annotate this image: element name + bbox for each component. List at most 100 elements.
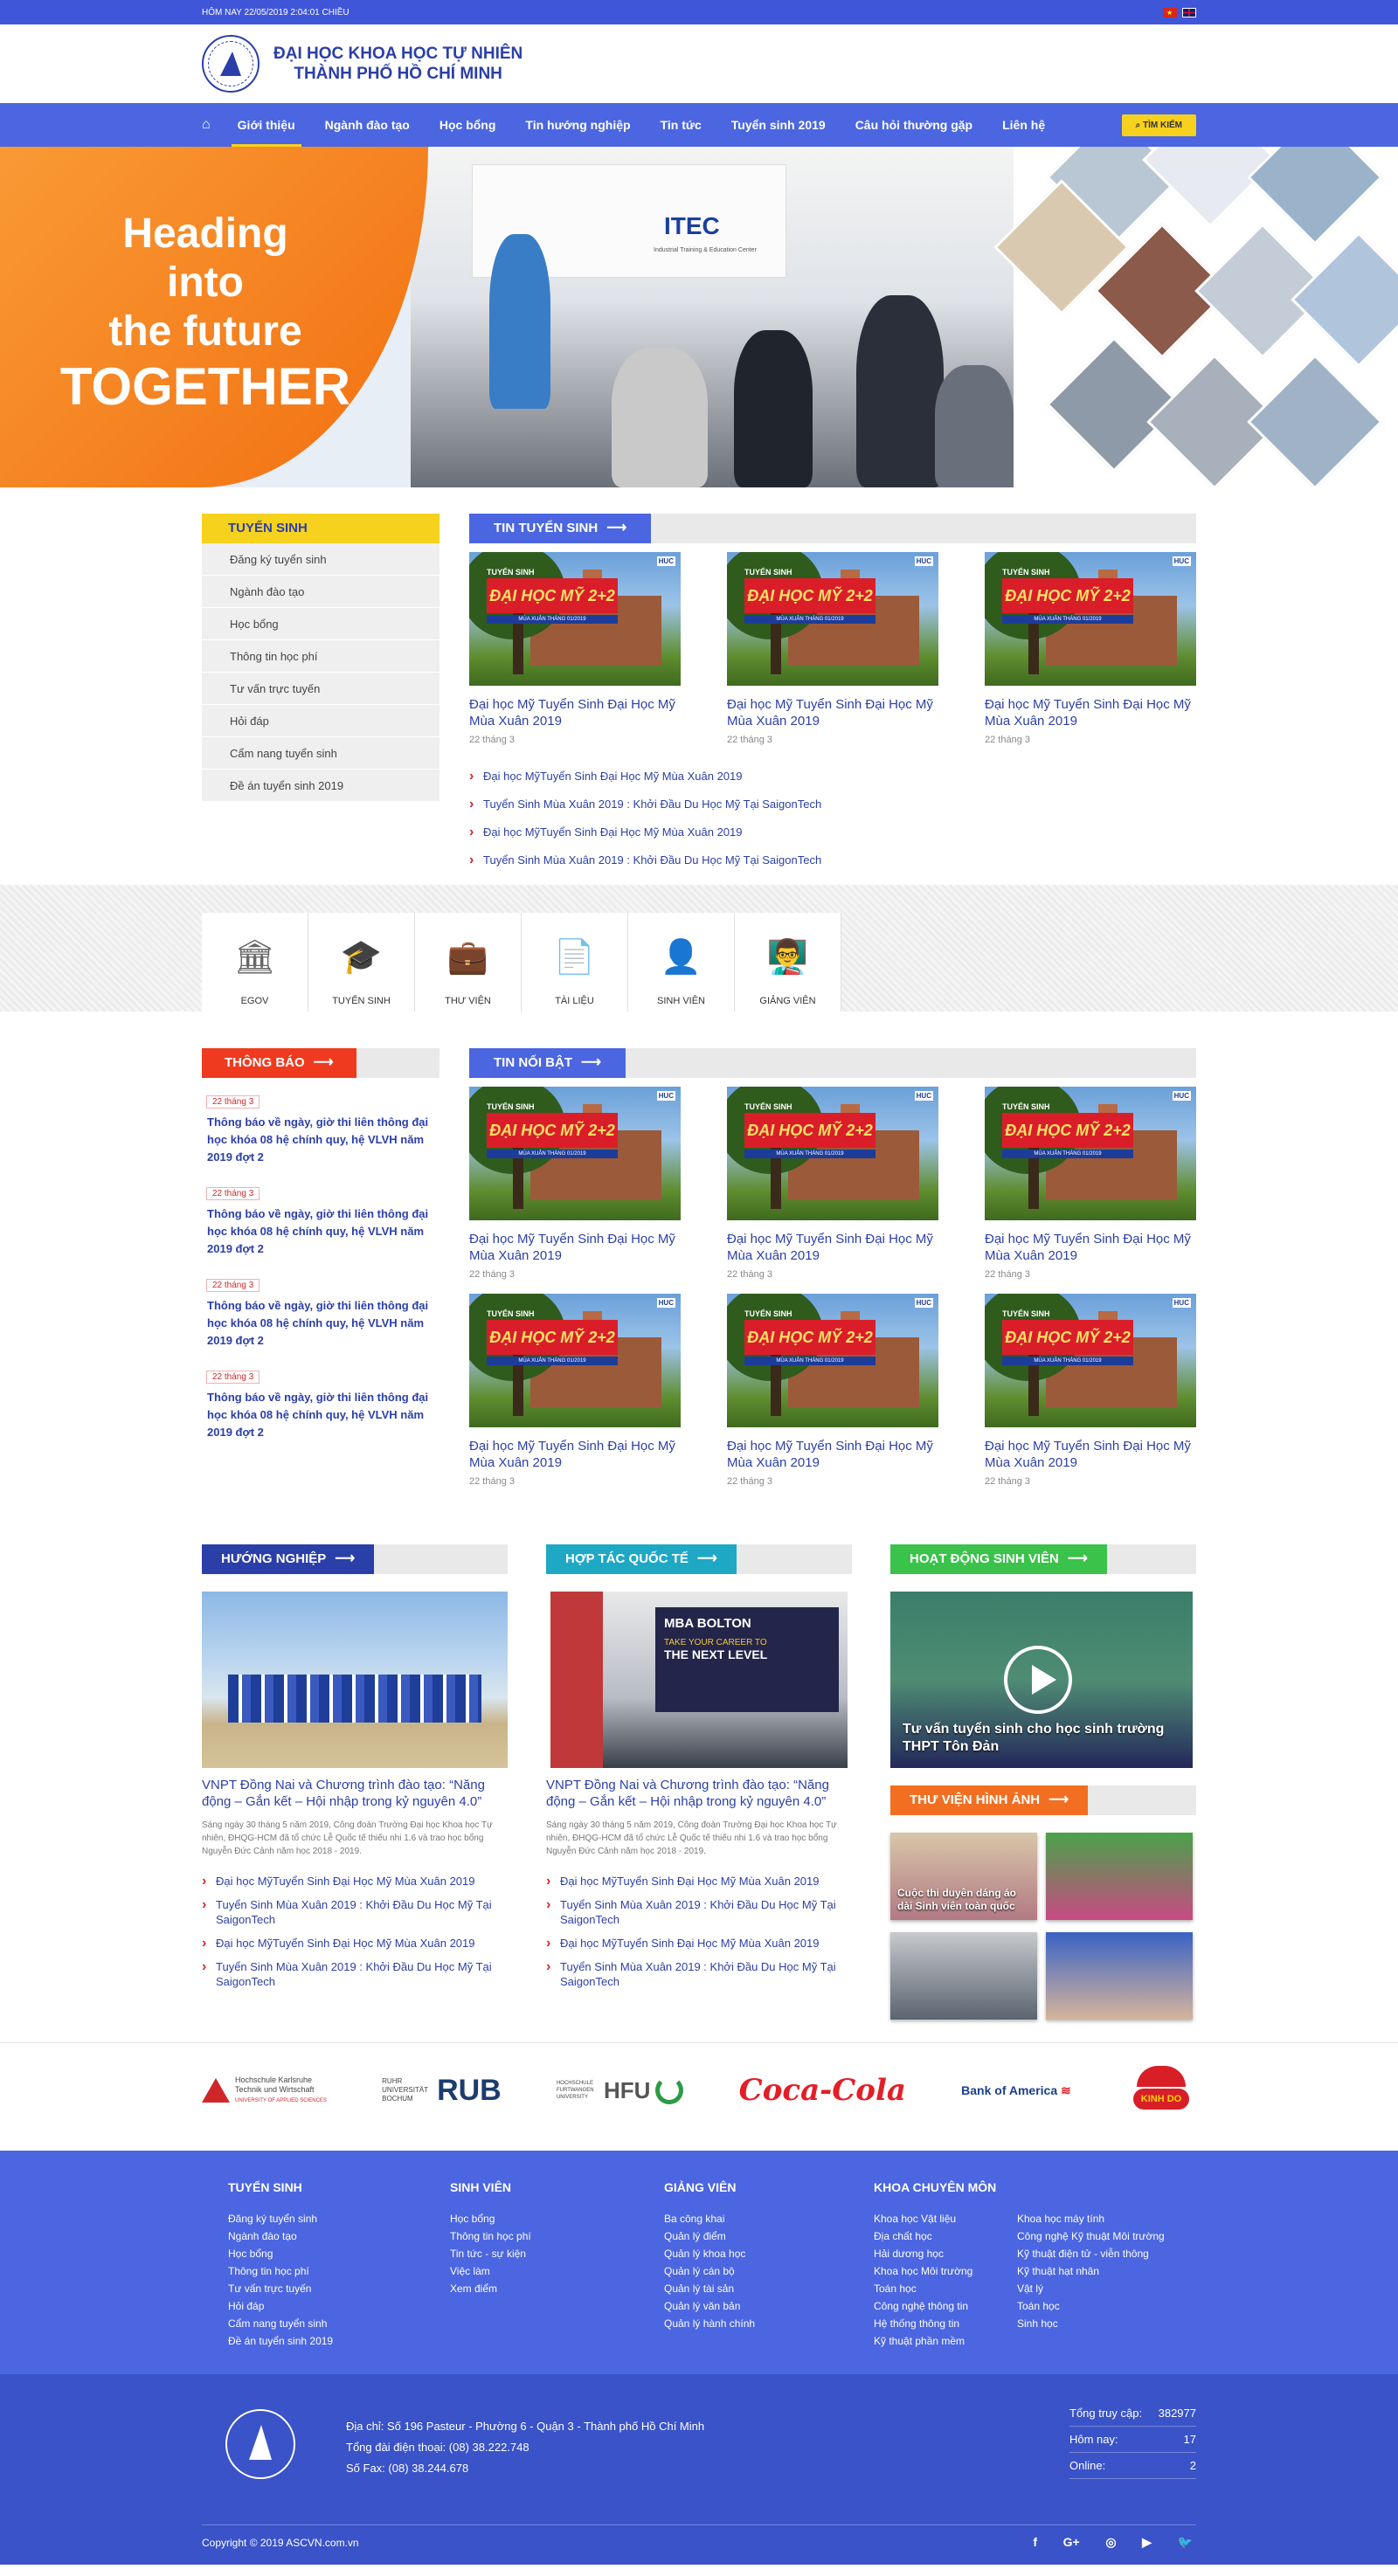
news-card[interactable]: TUYỂN SINH ĐẠI HỌC MỸ 2+2 MÙA XUÂN THÁNG 0… (727, 552, 938, 745)
featured-card[interactable]: TUYỂN SINH ĐẠI HỌC MỸ 2+2 MÙA XUÂN THÁNG 0… (469, 1294, 681, 1487)
career-link[interactable]: Tuyển Sinh Mùa Xuân 2019 : Khởi Đầu Du H… (202, 1897, 508, 1927)
nav-tuyen-sinh-2019[interactable]: Tuyển sinh 2019 (716, 103, 841, 147)
admissions-news-title[interactable]: TIN TUYỂN SINH (469, 514, 652, 543)
sidebar-item[interactable]: Cẩm nang tuyển sinh (202, 737, 439, 770)
gallery-title[interactable]: THƯ VIỆN HÌNH ẢNH (890, 1785, 1089, 1815)
news-title[interactable]: Đại học Mỹ Tuyển Sinh Đại Học Mỹ Mùa Xuâ… (985, 1438, 1196, 1471)
footer-link[interactable]: Khoa học máy tính (1017, 2210, 1171, 2227)
footer-link[interactable]: Kỹ thuật hạt nhân (1017, 2262, 1171, 2280)
sidebar-item[interactable]: Học bổng (202, 608, 439, 640)
news-thumbnail[interactable]: TUYỂN SINH ĐẠI HỌC MỸ 2+2 MÙA XUÂN THÁNG 0… (985, 1087, 1196, 1220)
international-link[interactable]: Tuyển Sinh Mùa Xuân 2019 : Khởi Đầu Du H… (546, 1897, 852, 1927)
nav-nganh-dao-tao[interactable]: Ngành đào tạo (310, 103, 425, 147)
footer-link[interactable]: Thông tin học phí (228, 2262, 450, 2280)
quicklink-giang-vien[interactable]: 👨‍🏫 GIẢNG VIÊN (735, 913, 841, 1012)
footer-link[interactable]: Đề án tuyển sinh 2019 (228, 2332, 450, 2350)
footer-link[interactable]: Quản lý cán bộ (664, 2262, 874, 2280)
news-thumbnail[interactable]: TUYỂN SINH ĐẠI HỌC MỸ 2+2 MÙA XUÂN THÁNG 0… (469, 1087, 681, 1220)
footer-link[interactable]: Việc làm (450, 2262, 664, 2280)
quicklink-egov[interactable]: 🏛 EGOV (202, 913, 308, 1012)
nav-cau-hoi[interactable]: Câu hỏi thường gặp (841, 103, 987, 147)
notice-item[interactable]: 22 tháng 3 Thông báo về ngày, giờ thi liê… (202, 1277, 439, 1350)
notice-item[interactable]: 22 tháng 3 Thông báo về ngày, giờ thi liê… (202, 1369, 439, 1441)
footer-link[interactable]: Quản lý tài sản (664, 2280, 874, 2297)
international-link[interactable]: Đại học MỹTuyển Sinh Đại Học Mỹ Mùa Xuân… (546, 1874, 852, 1889)
sidebar-item[interactable]: Thông tin học phí (202, 640, 439, 673)
career-link[interactable]: Tuyển Sinh Mùa Xuân 2019 : Khởi Đầu Du H… (202, 1959, 508, 1989)
nav-lien-he[interactable]: Liên hệ (987, 103, 1060, 147)
news-title[interactable]: Đại học Mỹ Tuyển Sinh Đại Học Mỹ Mùa Xuâ… (727, 696, 938, 729)
career-link[interactable]: Đại học MỹTuyển Sinh Đại Học Mỹ Mùa Xuân… (202, 1936, 508, 1951)
news-thumbnail[interactable]: TUYỂN SINH ĐẠI HỌC MỸ 2+2 MÙA XUÂN THÁNG 0… (469, 1294, 681, 1427)
university-logo[interactable] (202, 35, 260, 93)
career-title[interactable]: HƯỚNG NGHIỆP (202, 1544, 375, 1574)
nav-tin-tuc[interactable]: Tin tức (646, 103, 716, 147)
footer-link[interactable]: Ba công khai (664, 2210, 874, 2227)
news-thumbnail[interactable]: TUYỂN SINH ĐẠI HỌC MỸ 2+2 MÙA XUÂN THÁNG 0… (727, 1087, 938, 1220)
footer-link[interactable]: Xem điểm (450, 2280, 664, 2297)
sidebar-item[interactable]: Đăng ký tuyển sinh (202, 543, 439, 576)
youtube-icon[interactable]: ▶ (1142, 2535, 1152, 2549)
footer-link[interactable]: Tin tức - sự kiện (450, 2245, 664, 2262)
footer-link[interactable]: Hỏi đáp (228, 2297, 450, 2315)
student-video[interactable]: Tư vấn tuyển sinh cho học sinh trường TH… (890, 1592, 1193, 1768)
footer-link[interactable]: Quản lý khoa học (664, 2245, 874, 2262)
news-title[interactable]: Đại học Mỹ Tuyển Sinh Đại Học Mỹ Mùa Xuâ… (469, 696, 681, 729)
featured-card[interactable]: TUYỂN SINH ĐẠI HỌC MỸ 2+2 MÙA XUÂN THÁNG 0… (469, 1087, 681, 1280)
footer-link[interactable]: Khoa học Vật liệu (874, 2210, 1017, 2227)
footer-link[interactable]: Kỹ thuật điện tử - viễn thông (1017, 2245, 1171, 2262)
sidebar-item[interactable]: Hỏi đáp (202, 705, 439, 737)
news-thumbnail[interactable]: TUYỂN SINH ĐẠI HỌC MỸ 2+2 MÙA XUÂN THÁNG 0… (727, 552, 938, 686)
international-title[interactable]: HỢP TÁC QUỐC TẾ (546, 1544, 737, 1574)
footer-link[interactable]: Hải dương học (874, 2245, 1017, 2262)
partner-kinh-do[interactable]: KINH DO (1126, 2066, 1196, 2115)
news-thumbnail[interactable]: TUYỂN SINH ĐẠI HỌC MỸ 2+2 MÙA XUÂN THÁNG 0… (727, 1294, 938, 1427)
uk-flag-icon[interactable] (1182, 7, 1196, 17)
international-link[interactable]: Đại học MỹTuyển Sinh Đại Học Mỹ Mùa Xuân… (546, 1936, 852, 1951)
play-icon[interactable] (1004, 1646, 1072, 1714)
footer-logo[interactable] (204, 2400, 317, 2497)
news-link[interactable]: Tuyển Sinh Mùa Xuân 2019 : Khởi Đầu Du H… (469, 846, 1196, 874)
student-activities-title[interactable]: HOẠT ĐỘNG SINH VIÊN (890, 1544, 1107, 1574)
career-link[interactable]: Đại học MỹTuyển Sinh Đại Học Mỹ Mùa Xuân… (202, 1874, 508, 1889)
sidebar-item[interactable]: Ngành đào tạo (202, 576, 439, 608)
career-photo[interactable] (202, 1592, 508, 1768)
footer-link[interactable]: Tư vấn trực tuyến (228, 2280, 450, 2297)
international-headline[interactable]: VNPT Đồng Nai và Chương trình đào tạo: “… (546, 1777, 852, 1810)
news-thumbnail[interactable]: TUYỂN SINH ĐẠI HỌC MỸ 2+2 MÙA XUÂN THÁNG 0… (469, 552, 681, 686)
international-link[interactable]: Tuyển Sinh Mùa Xuân 2019 : Khởi Đầu Du H… (546, 1959, 852, 1989)
news-title[interactable]: Đại học Mỹ Tuyển Sinh Đại Học Mỹ Mùa Xuâ… (469, 1231, 681, 1264)
news-card[interactable]: TUYỂN SINH ĐẠI HỌC MỸ 2+2 MÙA XUÂN THÁNG 0… (985, 552, 1196, 745)
notice-text[interactable]: Thông báo về ngày, giờ thi liên thông đạ… (202, 1389, 439, 1441)
nav-hoc-bong[interactable]: Học bổng (425, 103, 511, 147)
footer-link[interactable]: Công nghệ thông tin (874, 2297, 1017, 2315)
featured-card[interactable]: TUYỂN SINH ĐẠI HỌC MỸ 2+2 MÙA XUÂN THÁNG 0… (727, 1294, 938, 1487)
nav-tin-huong-nghiep[interactable]: Tin hướng nghiệp (510, 103, 645, 147)
quicklink-thu-vien[interactable]: 💼 THƯ VIỆN (415, 913, 522, 1012)
footer-link[interactable]: Học bổng (450, 2210, 664, 2227)
sidebar-item[interactable]: Đề án tuyển sinh 2019 (202, 770, 439, 802)
featured-card[interactable]: TUYỂN SINH ĐẠI HỌC MỸ 2+2 MÙA XUÂN THÁNG 0… (727, 1087, 938, 1280)
footer-link[interactable]: Sinh học (1017, 2315, 1171, 2332)
footer-link[interactable]: Kỹ thuật phần mềm (874, 2332, 1017, 2350)
featured-title[interactable]: TIN NỔI BẬT (469, 1048, 626, 1078)
news-title[interactable]: Đại học Mỹ Tuyển Sinh Đại Học Mỹ Mùa Xuâ… (985, 696, 1196, 729)
gallery-photo[interactable] (1046, 1833, 1193, 1920)
footer-link[interactable]: Đăng ký tuyển sinh (228, 2210, 450, 2227)
partner-bank-of-america[interactable]: Bank of America ≋ (961, 2083, 1071, 2098)
instagram-icon[interactable]: ◎ (1105, 2535, 1116, 2549)
home-icon[interactable]: ⌂ (202, 117, 211, 133)
news-link[interactable]: Đại học MỹTuyển Sinh Đại Học Mỹ Mùa Xuân… (469, 763, 1196, 791)
featured-card[interactable]: TUYỂN SINH ĐẠI HỌC MỸ 2+2 MÙA XUÂN THÁNG 0… (985, 1087, 1196, 1280)
search-button[interactable]: ⌕ TÌM KIẾM (1121, 114, 1196, 136)
footer-link[interactable]: Quản lý văn bản (664, 2297, 874, 2315)
partner-coca-cola[interactable]: Coca-Cola (739, 2073, 906, 2108)
news-link[interactable]: Tuyển Sinh Mùa Xuân 2019 : Khởi Đầu Du H… (469, 791, 1196, 818)
footer-link[interactable]: Toán học (1017, 2297, 1171, 2315)
footer-link[interactable]: Công nghệ Kỹ thuật Môi trường (1017, 2227, 1171, 2245)
career-headline[interactable]: VNPT Đồng Nai và Chương trình đào tạo: “… (202, 1777, 508, 1810)
footer-link[interactable]: Quản lý hành chính (664, 2315, 874, 2332)
notice-text[interactable]: Thông báo về ngày, giờ thi liên thông đạ… (202, 1114, 439, 1166)
footer-link[interactable]: Toán học (874, 2280, 1017, 2297)
news-thumbnail[interactable]: TUYỂN SINH ĐẠI HỌC MỸ 2+2 MÙA XUÂN THÁNG 0… (985, 1294, 1196, 1427)
